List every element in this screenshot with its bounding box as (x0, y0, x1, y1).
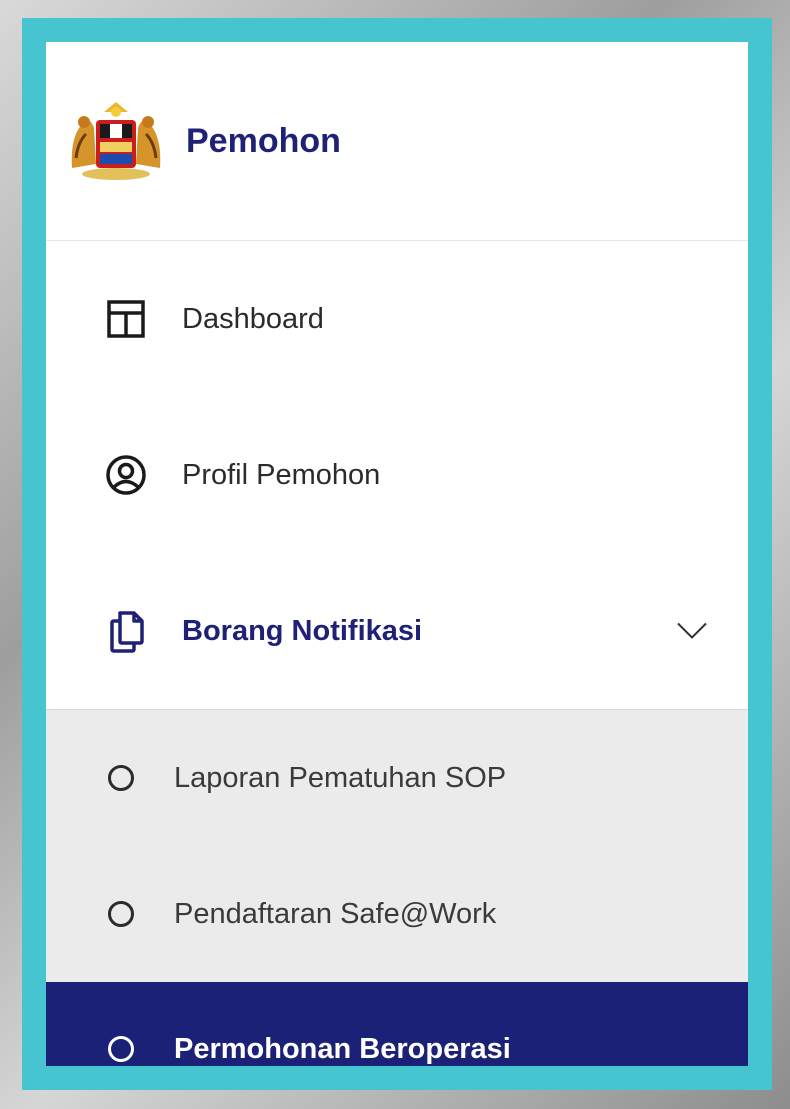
layout-icon (104, 297, 148, 341)
circle-icon (108, 901, 134, 927)
menu-item-borang-notifikasi[interactable]: Borang Notifikasi (46, 553, 748, 710)
menu-item-dashboard[interactable]: Dashboard (46, 241, 748, 397)
submenu-item-laporan-pematuhan-sop[interactable]: Laporan Pematuhan SOP (46, 710, 748, 846)
sidebar-header: Pemohon (46, 42, 748, 241)
brand-title: Pemohon (186, 121, 341, 160)
submenu-label: Pendaftaran Safe@Work (174, 897, 497, 930)
circle-icon (108, 765, 134, 791)
submenu-label: Permohonan Beroperasi (174, 1032, 511, 1065)
copy-icon (104, 609, 148, 653)
menu-label: Dashboard (182, 302, 324, 335)
submenu-item-pendaftaran-safework[interactable]: Pendaftaran Safe@Work (46, 846, 748, 982)
menu-label: Profil Pemohon (182, 458, 381, 491)
submenu-borang-notifikasi: Laporan Pematuhan SOP Pendaftaran Safe@W… (46, 710, 748, 1066)
submenu-label: Laporan Pematuhan SOP (174, 761, 507, 794)
chevron-down-icon[interactable] (676, 615, 708, 648)
menu-item-profil-pemohon[interactable]: Profil Pemohon (46, 397, 748, 553)
circle-icon (108, 1036, 134, 1062)
sidebar-panel: Pemohon Dashboard Profil Pemohon Borang … (22, 18, 772, 1090)
coat-of-arms-logo (71, 102, 161, 180)
user-circle-icon (104, 453, 148, 497)
submenu-item-permohonan-beroperasi[interactable]: Permohonan Beroperasi (46, 982, 748, 1066)
menu-label: Borang Notifikasi (182, 614, 423, 647)
